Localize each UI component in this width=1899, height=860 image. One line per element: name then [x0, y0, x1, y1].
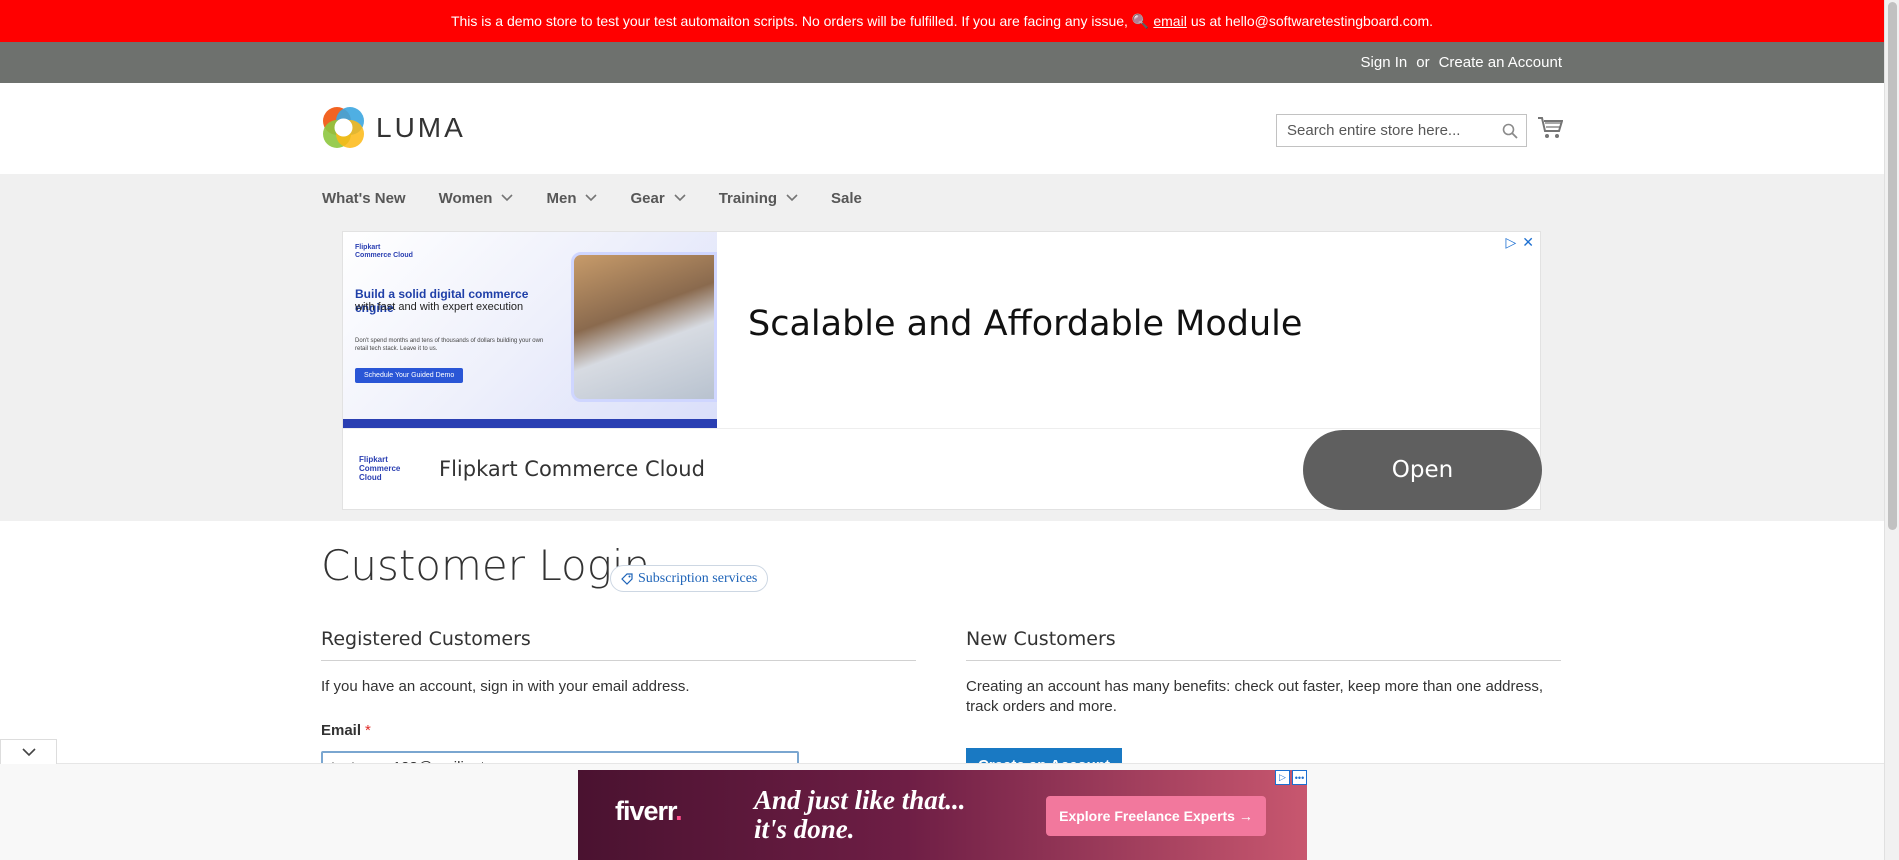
- fiverr-tagline: And just like that... it's done.: [754, 786, 966, 844]
- logo-text: LUMA: [376, 111, 466, 143]
- ad-open-button[interactable]: Open: [1303, 430, 1542, 510]
- registered-customers-text: If you have an account, sign in with you…: [321, 678, 690, 695]
- ad-choices[interactable]: ▷ ✕: [1505, 234, 1534, 251]
- search-icon[interactable]: [1502, 123, 1518, 139]
- fiverr-logo: fiverr.: [615, 796, 683, 826]
- advertiser-logo: Flipkart Commerce Cloud: [359, 455, 419, 482]
- search-input[interactable]: [1287, 122, 1487, 139]
- advertiser-name[interactable]: Flipkart Commerce Cloud: [439, 457, 705, 481]
- search-icon: 🔍: [1131, 12, 1150, 29]
- page-title: Customer Login: [321, 541, 651, 590]
- close-icon[interactable]: ✕: [1522, 234, 1534, 251]
- fiverr-tagline-line1: And just like that...: [754, 785, 966, 815]
- demo-notice-bar: This is a demo store to test your test a…: [0, 0, 1884, 42]
- fiverr-ad[interactable]: fiverr. And just like that... it's done.…: [578, 770, 1307, 860]
- nav-label: Sale: [831, 189, 862, 207]
- ad-creative-subhead: with fast and with expert execution: [355, 301, 524, 313]
- advertiser-logo-text: Flipkart Commerce Cloud: [359, 455, 401, 482]
- main-navigation: What's New Women Men Gear Training Sale …: [0, 174, 1884, 521]
- search-box: [1276, 114, 1527, 147]
- chevron-down-icon: [674, 194, 686, 202]
- ad-headline[interactable]: Scalable and Affordable Module: [748, 304, 1302, 344]
- nav-label: Women: [438, 189, 493, 207]
- chevron-down-icon: [786, 194, 798, 202]
- chevron-down-icon: [501, 194, 514, 202]
- ad-choices[interactable]: ▷ •••: [1275, 770, 1307, 785]
- subscription-badge[interactable]: Subscription services: [610, 565, 769, 592]
- header-panel: Sign In or Create an Account: [0, 42, 1884, 83]
- nav-item-training[interactable]: Training: [719, 190, 798, 207]
- nav-item-gear[interactable]: Gear: [630, 189, 686, 207]
- email-label: Email *: [321, 722, 371, 739]
- new-customers-text: Creating an account has many benefits: c…: [966, 678, 1544, 715]
- collapse-ad-button[interactable]: [0, 739, 57, 764]
- ad-choices-icon[interactable]: ▷: [1275, 770, 1290, 785]
- header-separator: or: [1416, 54, 1430, 71]
- nav-item-women[interactable]: Women: [439, 190, 514, 207]
- scrollbar-thumb[interactable]: [1888, 2, 1897, 530]
- sign-in-link[interactable]: Sign In: [1361, 54, 1408, 71]
- fiverr-tagline-line2: it's done.: [754, 814, 855, 844]
- explore-experts-button[interactable]: Explore Freelance Experts →: [1046, 796, 1266, 836]
- demo-notice-text-after: us at hello@softwaretestingboard.com.: [1190, 13, 1434, 29]
- new-customers-block: New Customers Creating an account has ma…: [966, 628, 1561, 717]
- fiverr-logo-text: fiverr: [615, 796, 676, 826]
- advertisement-banner[interactable]: Flipkart Commerce Cloud Build a solid di…: [342, 231, 1542, 510]
- subscription-badge-label: Subscription services: [638, 570, 758, 586]
- nav-item-whats-new[interactable]: What's New: [322, 190, 406, 207]
- logo[interactable]: LUMA: [321, 105, 466, 150]
- bottom-ad-overlay: fiverr. And just like that... it's done.…: [0, 739, 1884, 860]
- nav-item-sale[interactable]: Sale: [831, 190, 862, 207]
- ad-creative-cta[interactable]: Schedule Your Guided Demo: [355, 368, 464, 383]
- email-link[interactable]: email: [1153, 13, 1186, 29]
- registered-customers-heading: Registered Customers: [321, 628, 916, 661]
- tag-icon: [621, 572, 633, 585]
- nav-label: Training: [718, 189, 778, 207]
- ad-bottom-strip: [343, 419, 717, 428]
- required-marker: *: [365, 722, 371, 739]
- ad-creative-image[interactable]: Flipkart Commerce Cloud Build a solid di…: [343, 232, 717, 428]
- ad-creative-brand: Flipkart Commerce Cloud: [355, 244, 413, 259]
- demo-notice-text: This is a demo store to test your test a…: [450, 13, 1128, 29]
- nav-label: What's New: [322, 189, 406, 207]
- ad-footer: Flipkart Commerce Cloud Flipkart Commerc…: [343, 428, 1542, 510]
- create-account-link[interactable]: Create an Account: [1439, 54, 1562, 71]
- registered-customers-block: Registered Customers If you have an acco…: [321, 628, 916, 697]
- page-scrollbar[interactable]: [1884, 0, 1899, 860]
- email-label-text: Email: [321, 722, 362, 739]
- chevron-down-icon: [585, 194, 598, 202]
- ad-choices-icon[interactable]: ▷: [1505, 234, 1516, 251]
- nav-label: Gear: [630, 189, 665, 207]
- luma-logo-icon: [323, 107, 364, 148]
- nav-item-men[interactable]: Men: [546, 189, 598, 207]
- nav-label: Men: [546, 189, 577, 207]
- chevron-down-icon: [21, 747, 36, 756]
- ad-creative-small-text: Don't spend months and tens of thousands…: [355, 338, 544, 352]
- cart-icon[interactable]: [1537, 116, 1563, 140]
- ad-photo: [571, 252, 717, 402]
- new-customers-heading: New Customers: [966, 628, 1561, 661]
- more-icon[interactable]: •••: [1292, 770, 1307, 785]
